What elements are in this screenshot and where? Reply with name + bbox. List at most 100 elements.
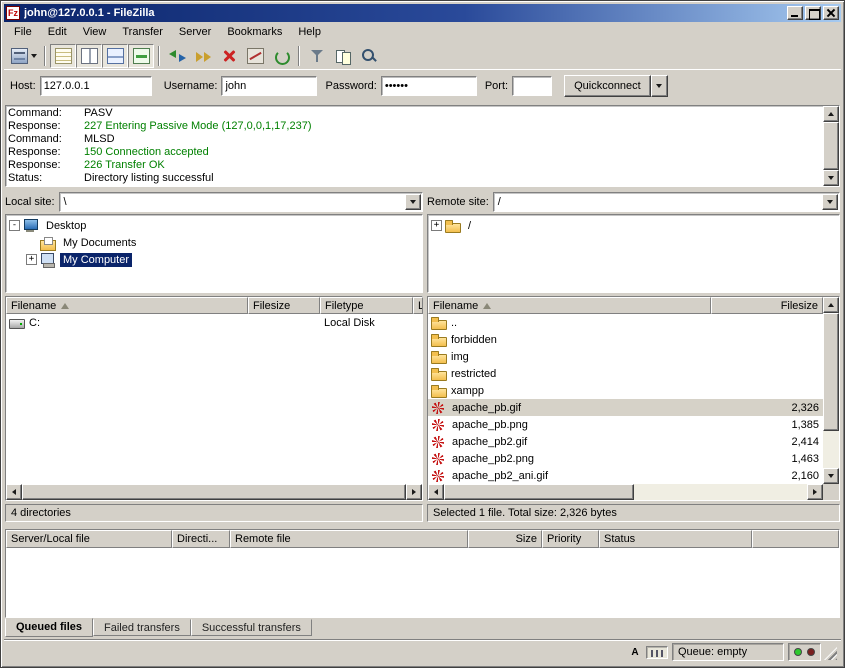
close-button[interactable]: [823, 6, 839, 20]
column-header-label: Filename: [433, 300, 478, 312]
resize-grip[interactable]: [824, 647, 837, 660]
speed-limits-icon[interactable]: [646, 646, 668, 659]
host-input[interactable]: [40, 76, 152, 96]
file-size-cell: 2,160: [711, 470, 823, 482]
file-row-restricted[interactable]: restricted: [428, 365, 823, 382]
column-header-server-local-file[interactable]: Server/Local file: [6, 530, 172, 548]
tree-item-my-documents[interactable]: My Documents: [6, 234, 422, 251]
menu-help[interactable]: Help: [290, 23, 329, 41]
local-site-combobox[interactable]: \: [59, 192, 423, 212]
remote-site-combobox[interactable]: /: [493, 192, 840, 212]
menu-view[interactable]: View: [75, 23, 115, 41]
file-row-apache-pb2-png[interactable]: apache_pb2.png1,463: [428, 450, 823, 467]
toggle-local-tree-icon: [81, 48, 98, 64]
column-header-filetype[interactable]: Filetype: [320, 297, 413, 314]
scroll-up-button[interactable]: [823, 297, 839, 313]
reconnect-button[interactable]: [268, 44, 294, 68]
column-header-priority[interactable]: Priority: [542, 530, 599, 548]
local-horizontal-scrollbar[interactable]: [6, 484, 422, 500]
directory-comparison-button[interactable]: [330, 44, 356, 68]
scroll-down-button[interactable]: [823, 468, 839, 484]
scrollbar-thumb[interactable]: [22, 484, 406, 500]
toggle-transfer-queue-button[interactable]: [128, 44, 154, 68]
column-header-filename[interactable]: Filename: [6, 297, 248, 314]
file-row-item[interactable]: ..: [428, 314, 823, 331]
chevron-down-icon: [827, 200, 833, 204]
column-header-filesize[interactable]: Filesize: [248, 297, 320, 314]
file-row-xampp[interactable]: xampp: [428, 382, 823, 399]
column-header-l[interactable]: L: [413, 297, 423, 314]
column-header-filesize[interactable]: Filesize: [711, 297, 823, 314]
expand-icon[interactable]: +: [431, 220, 442, 231]
log-line-text: 226 Transfer OK: [84, 159, 165, 172]
site-manager-button[interactable]: [8, 44, 40, 68]
local-site-dropdown-button[interactable]: [405, 194, 421, 210]
menu-bookmarks[interactable]: Bookmarks: [219, 23, 290, 41]
toggle-message-log-button[interactable]: [50, 44, 76, 68]
remote-site-dropdown-button[interactable]: [822, 194, 838, 210]
maximize-button[interactable]: [805, 6, 821, 20]
log-scrollbar[interactable]: [823, 106, 839, 186]
log-line-text: MLSD: [84, 133, 115, 146]
tree-item-desktop[interactable]: - Desktop: [6, 217, 422, 234]
quickconnect-button[interactable]: Quickconnect: [564, 75, 651, 97]
tab-failed-transfers[interactable]: Failed transfers: [93, 619, 191, 636]
column-header-size[interactable]: Size: [468, 530, 542, 548]
remote-horizontal-scrollbar[interactable]: [428, 484, 823, 500]
title-bar[interactable]: john@127.0.0.1 - FileZilla: [4, 4, 841, 22]
folder-icon: [431, 350, 447, 364]
menu-file[interactable]: File: [6, 23, 40, 41]
toggle-local-tree-button[interactable]: [76, 44, 102, 68]
file-row-apache-pb2-ani-gif[interactable]: apache_pb2_ani.gif2,160: [428, 467, 823, 484]
scrollbar-thumb[interactable]: [823, 122, 839, 170]
column-header-status[interactable]: Status: [599, 530, 752, 548]
scrollbar-thumb[interactable]: [444, 484, 634, 500]
refresh-button[interactable]: [164, 44, 190, 68]
file-row-apache-pb-png[interactable]: apache_pb.png1,385: [428, 416, 823, 433]
collapse-icon[interactable]: -: [9, 220, 20, 231]
directory-comparison-icon: [335, 48, 352, 64]
scroll-down-button[interactable]: [823, 170, 839, 186]
file-row-img[interactable]: img: [428, 348, 823, 365]
quickconnect-dropdown-button[interactable]: [651, 75, 668, 97]
tab-queued-files[interactable]: Queued files: [5, 618, 93, 637]
scroll-up-button[interactable]: [823, 106, 839, 122]
scroll-left-button[interactable]: [6, 484, 22, 500]
filter-button[interactable]: [304, 44, 330, 68]
file-row-forbidden[interactable]: forbidden: [428, 331, 823, 348]
scroll-right-button[interactable]: [807, 484, 823, 500]
password-input[interactable]: [381, 76, 477, 96]
menu-edit[interactable]: Edit: [40, 23, 75, 41]
toggle-remote-tree-button[interactable]: [102, 44, 128, 68]
tree-item-label: Desktop: [43, 219, 89, 233]
column-header-directi[interactable]: Directi...: [172, 530, 230, 548]
queue-status-text: Queue: empty: [678, 646, 747, 658]
file-row-apache-pb2-gif[interactable]: apache_pb2.gif2,414: [428, 433, 823, 450]
column-header-remote-file[interactable]: Remote file: [230, 530, 468, 548]
queue-rows: [6, 548, 839, 617]
cancel-operation-button[interactable]: [216, 44, 242, 68]
find-files-button[interactable]: [356, 44, 382, 68]
port-input[interactable]: [512, 76, 552, 96]
transfer-queue: Server/Local fileDirecti...Remote fileSi…: [5, 529, 840, 618]
remote-site-row: Remote site: /: [427, 192, 840, 212]
tree-item-item[interactable]: +/: [428, 217, 839, 234]
process-queue-button[interactable]: [190, 44, 216, 68]
file-name: restricted: [451, 368, 496, 380]
remote-vertical-scrollbar[interactable]: [823, 297, 839, 484]
username-input[interactable]: [221, 76, 317, 96]
minimize-button[interactable]: [787, 6, 803, 20]
expand-icon[interactable]: +: [26, 254, 37, 265]
column-header-filename[interactable]: Filename: [428, 297, 711, 314]
file-row-apache-pb-gif[interactable]: apache_pb.gif2,326: [428, 399, 823, 416]
menu-server[interactable]: Server: [171, 23, 219, 41]
file-row-c[interactable]: C:Local Disk: [6, 314, 422, 331]
tab-successful-transfers[interactable]: Successful transfers: [191, 619, 312, 636]
scroll-left-button[interactable]: [428, 484, 444, 500]
disconnect-button[interactable]: [242, 44, 268, 68]
menu-transfer[interactable]: Transfer: [114, 23, 171, 41]
scrollbar-thumb[interactable]: [823, 313, 839, 431]
scroll-right-button[interactable]: [406, 484, 422, 500]
transfer-type-icon[interactable]: [628, 644, 642, 660]
tree-item-my-computer[interactable]: +My Computer: [6, 251, 422, 268]
